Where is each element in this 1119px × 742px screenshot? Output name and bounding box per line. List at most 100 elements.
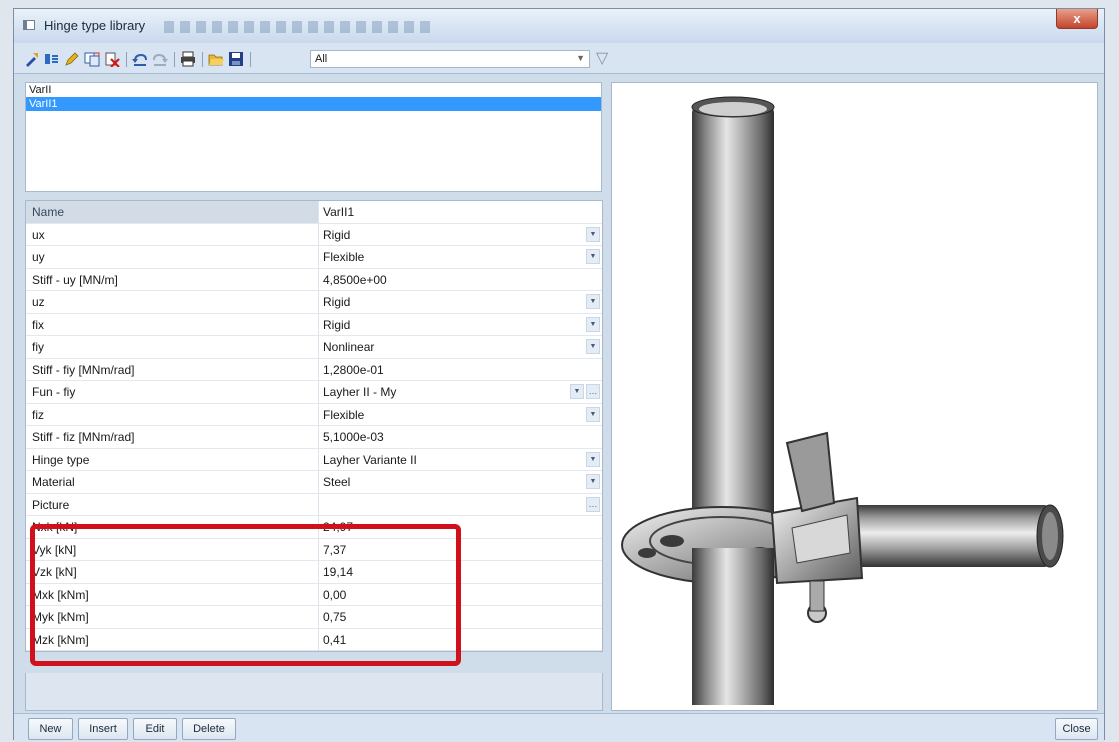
- hinge-type-library-window: Hinge type library x All ▼ ▽ VarII VarII…: [13, 8, 1105, 742]
- property-label: Stiff - uy [MN/m]: [26, 268, 319, 290]
- delete-icon[interactable]: [104, 51, 120, 68]
- property-value-cell[interactable]: Rigid ▼: [319, 291, 602, 313]
- property-row-picture[interactable]: Picture …: [26, 493, 602, 516]
- chevron-down-icon[interactable]: ▼: [586, 249, 600, 264]
- property-value[interactable]: 4,8500e+00: [319, 269, 602, 291]
- property-value[interactable]: 24,97: [319, 516, 602, 538]
- property-value-cell[interactable]: …: [319, 494, 602, 516]
- property-row-fix[interactable]: fix Rigid ▼: [26, 313, 602, 336]
- background-toolbar-ghost: [164, 21, 434, 33]
- ellipsis-button[interactable]: …: [586, 496, 600, 512]
- property-row-stiff-fiy[interactable]: Stiff - fiy [MNm/rad] 1,2800e-01: [26, 358, 602, 381]
- chevron-down-icon[interactable]: ▼: [586, 451, 600, 467]
- chevron-down-icon[interactable]: ▼: [586, 339, 600, 354]
- title-bar: Hinge type library x: [14, 9, 1104, 44]
- new-icon[interactable]: [24, 51, 40, 67]
- edit-button[interactable]: Edit: [133, 718, 177, 740]
- new-button[interactable]: New: [28, 718, 73, 740]
- property-row-myk[interactable]: Myk [kNm] 0,75: [26, 606, 602, 629]
- property-row-hinge-type[interactable]: Hinge type Layher Variante II ▼: [26, 448, 602, 471]
- property-value: Steel: [323, 475, 351, 489]
- property-value-cell[interactable]: Rigid ▼: [319, 224, 602, 246]
- insert-icon[interactable]: [44, 51, 60, 67]
- property-value[interactable]: 0,41: [319, 629, 602, 651]
- chevron-down-icon[interactable]: ▼: [586, 316, 600, 332]
- bottom-button-bar: New Insert Edit Delete Close: [14, 713, 1104, 742]
- property-row-fun-fiy[interactable]: Fun - fiy Layher II - My ▼…: [26, 381, 602, 404]
- property-label: Vzk [kN]: [26, 561, 319, 583]
- hinge-type-list[interactable]: VarII VarII1: [25, 82, 602, 192]
- property-row-ux[interactable]: ux Rigid ▼: [26, 223, 602, 246]
- property-value-cell[interactable]: Layher II - My ▼…: [319, 381, 602, 403]
- save-icon[interactable]: [228, 51, 244, 67]
- property-row-vzk[interactable]: Vzk [kN] 19,14: [26, 561, 602, 584]
- chevron-down-icon[interactable]: ▼: [570, 384, 584, 399]
- property-label: Fun - fiy: [26, 381, 319, 403]
- property-value[interactable]: 1,2800e-01: [319, 359, 602, 381]
- property-value-cell[interactable]: Flexible ▼: [319, 246, 602, 268]
- property-row-name[interactable]: Name VarII1: [26, 201, 602, 224]
- property-label: uy: [26, 246, 319, 268]
- property-row-stiff-uy[interactable]: Stiff - uy [MN/m] 4,8500e+00: [26, 268, 602, 291]
- copy-icon[interactable]: [84, 51, 100, 67]
- property-value: Nonlinear: [323, 340, 375, 354]
- property-row-vyk[interactable]: Vyk [kN] 7,37: [26, 538, 602, 561]
- property-value-cell[interactable]: Flexible ▼: [319, 404, 602, 426]
- property-label: Myk [kNm]: [26, 606, 319, 628]
- property-label: fix: [26, 313, 319, 335]
- property-value-cell[interactable]: Steel ▼: [319, 471, 602, 493]
- undo-icon[interactable]: [132, 51, 148, 67]
- property-value-cell[interactable]: Rigid ▼: [319, 314, 602, 336]
- chevron-down-icon[interactable]: ▼: [586, 474, 600, 489]
- chevron-down-icon[interactable]: ▼: [586, 226, 600, 242]
- property-row-mzk[interactable]: Mzk [kNm] 0,41: [26, 628, 602, 651]
- property-value[interactable]: 7,37: [319, 539, 602, 561]
- chevron-down-icon[interactable]: ▼: [586, 294, 600, 309]
- property-label: Vyk [kN]: [26, 538, 319, 560]
- property-row-fiz[interactable]: fiz Flexible ▼: [26, 403, 602, 426]
- insert-button[interactable]: Insert: [78, 718, 128, 740]
- property-label: Mzk [kNm]: [26, 628, 319, 650]
- property-label: Material: [26, 471, 319, 493]
- property-row-uy[interactable]: uy Flexible ▼: [26, 246, 602, 269]
- delete-button[interactable]: Delete: [182, 718, 236, 740]
- chevron-down-icon[interactable]: ▼: [586, 406, 600, 422]
- property-row-material[interactable]: Material Steel ▼: [26, 471, 602, 494]
- print-icon[interactable]: [180, 51, 196, 67]
- edit-icon[interactable]: [64, 51, 80, 67]
- property-value: Flexible: [323, 250, 365, 264]
- property-row-fiy[interactable]: fiy Nonlinear ▼: [26, 336, 602, 359]
- list-item[interactable]: VarII: [26, 83, 601, 97]
- property-label: fiy: [26, 336, 319, 358]
- property-row-mxk[interactable]: Mxk [kNm] 0,00: [26, 583, 602, 606]
- property-label: Hinge type: [26, 448, 319, 470]
- properties-grid: Name VarII1 ux Rigid ▼ uy Flexible ▼ Stiff…: [25, 200, 603, 652]
- property-value[interactable]: 0,75: [319, 606, 602, 628]
- property-row-nxk[interactable]: Nxk [kN] 24,97: [26, 516, 602, 539]
- window-title: Hinge type library: [44, 18, 146, 33]
- property-row-stiff-fiz[interactable]: Stiff - fiz [MNm/rad] 5,1000e-03: [26, 426, 602, 449]
- ellipsis-button[interactable]: …: [586, 384, 600, 399]
- properties-grid-empty-area: [25, 673, 603, 711]
- list-item-selected[interactable]: VarII1: [26, 97, 601, 111]
- property-value[interactable]: 19,14: [319, 561, 602, 583]
- property-value-cell[interactable]: Nonlinear ▼: [319, 336, 602, 358]
- redo-icon[interactable]: [152, 51, 168, 67]
- close-window-button[interactable]: x: [1056, 9, 1098, 29]
- hinge-picture-preview: [611, 82, 1098, 711]
- filter-icon[interactable]: ▽: [596, 48, 608, 68]
- window-icon: [23, 20, 35, 30]
- property-value[interactable]: VarII1: [319, 201, 602, 223]
- property-value: Layher Variante II: [323, 452, 417, 467]
- property-value[interactable]: 0,00: [319, 584, 602, 606]
- close-button[interactable]: Close: [1055, 718, 1098, 740]
- open-icon[interactable]: [208, 51, 224, 67]
- property-row-uz[interactable]: uz Rigid ▼: [26, 291, 602, 314]
- filter-combobox[interactable]: All ▼: [310, 50, 590, 68]
- property-label: Stiff - fiy [MNm/rad]: [26, 358, 319, 380]
- property-value-cell[interactable]: Layher Variante II ▼: [319, 449, 602, 471]
- chevron-down-icon[interactable]: ▼: [576, 53, 585, 63]
- property-label: ux: [26, 223, 319, 245]
- property-value: Layher II - My: [323, 385, 397, 399]
- property-value[interactable]: 5,1000e-03: [319, 426, 602, 448]
